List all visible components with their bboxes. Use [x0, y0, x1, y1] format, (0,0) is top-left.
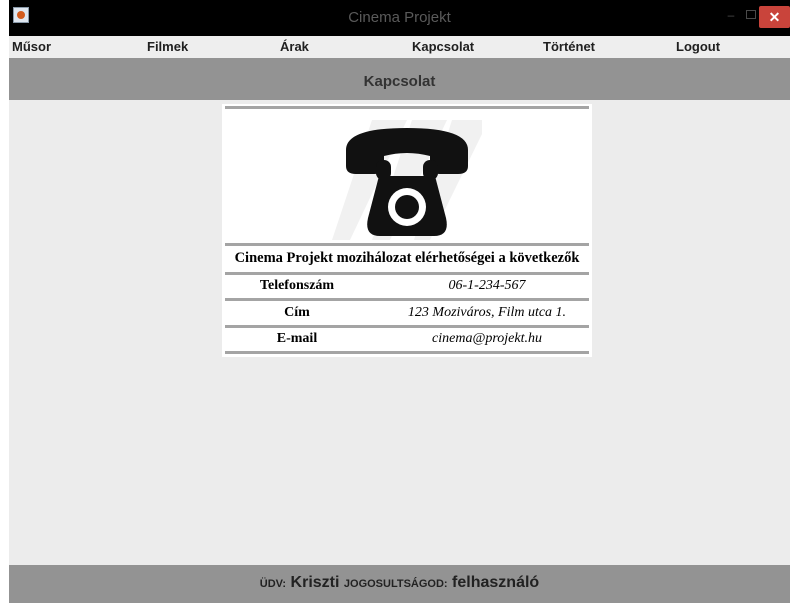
menu-item-arak[interactable]: Árak	[280, 39, 309, 54]
title-bar[interactable]: Cinema Projekt – ✕	[9, 0, 790, 36]
telephone-icon	[332, 114, 482, 242]
menu-bar: Műsor Filmek Árak Kapcsolat Történet Log…	[9, 36, 790, 58]
page-header: Kapcsolat	[9, 58, 790, 100]
divider	[225, 351, 589, 354]
username: Kriszti	[290, 574, 340, 591]
menu-item-logout[interactable]: Logout	[676, 39, 720, 54]
divider	[225, 272, 589, 275]
status-footer: ÜDV: Kriszti JOGOSULTSÁGOD: felhasználó	[9, 565, 790, 603]
user-role: felhasználó	[452, 574, 540, 591]
divider	[225, 298, 589, 301]
contact-card: Cinema Projekt mozihálozat elérhetőségei…	[222, 104, 592, 357]
address-label: Cím	[284, 305, 310, 320]
divider	[225, 243, 589, 246]
page-title: Kapcsolat	[363, 73, 436, 90]
menu-item-tortenet[interactable]: Történet	[543, 39, 595, 54]
email-label: E-mail	[276, 331, 318, 346]
maximize-button[interactable]	[744, 6, 758, 24]
divider	[225, 325, 589, 328]
menu-item-kapcsolat[interactable]: Kapcsolat	[412, 39, 474, 54]
email-value: cinema@projekt.hu	[432, 331, 542, 346]
contact-heading: Cinema Projekt mozihálozat elérhetőségei…	[234, 250, 580, 266]
phone-label: Telefonszám	[259, 278, 335, 293]
address-value: 123 Moziváros, Film utca 1.	[407, 305, 567, 320]
menu-item-musor[interactable]: Műsor	[12, 39, 51, 54]
close-button[interactable]: ✕	[759, 6, 790, 28]
role-label: JOGOSULTSÁGOD:	[343, 578, 448, 590]
divider	[225, 106, 589, 109]
window-title: Cinema Projekt	[348, 9, 451, 26]
user-greeting: ÜDV: Kriszti JOGOSULTSÁGOD: felhasználó	[9, 574, 790, 592]
phone-value: 06-1-234-567	[448, 278, 526, 293]
menu-item-filmek[interactable]: Filmek	[147, 39, 188, 54]
app-window: Cinema Projekt – ✕ Műsor Filmek Árak Kap…	[9, 0, 790, 603]
greeting-label: ÜDV:	[259, 578, 287, 590]
minimize-button[interactable]: –	[724, 6, 738, 24]
maximize-icon	[746, 10, 756, 19]
